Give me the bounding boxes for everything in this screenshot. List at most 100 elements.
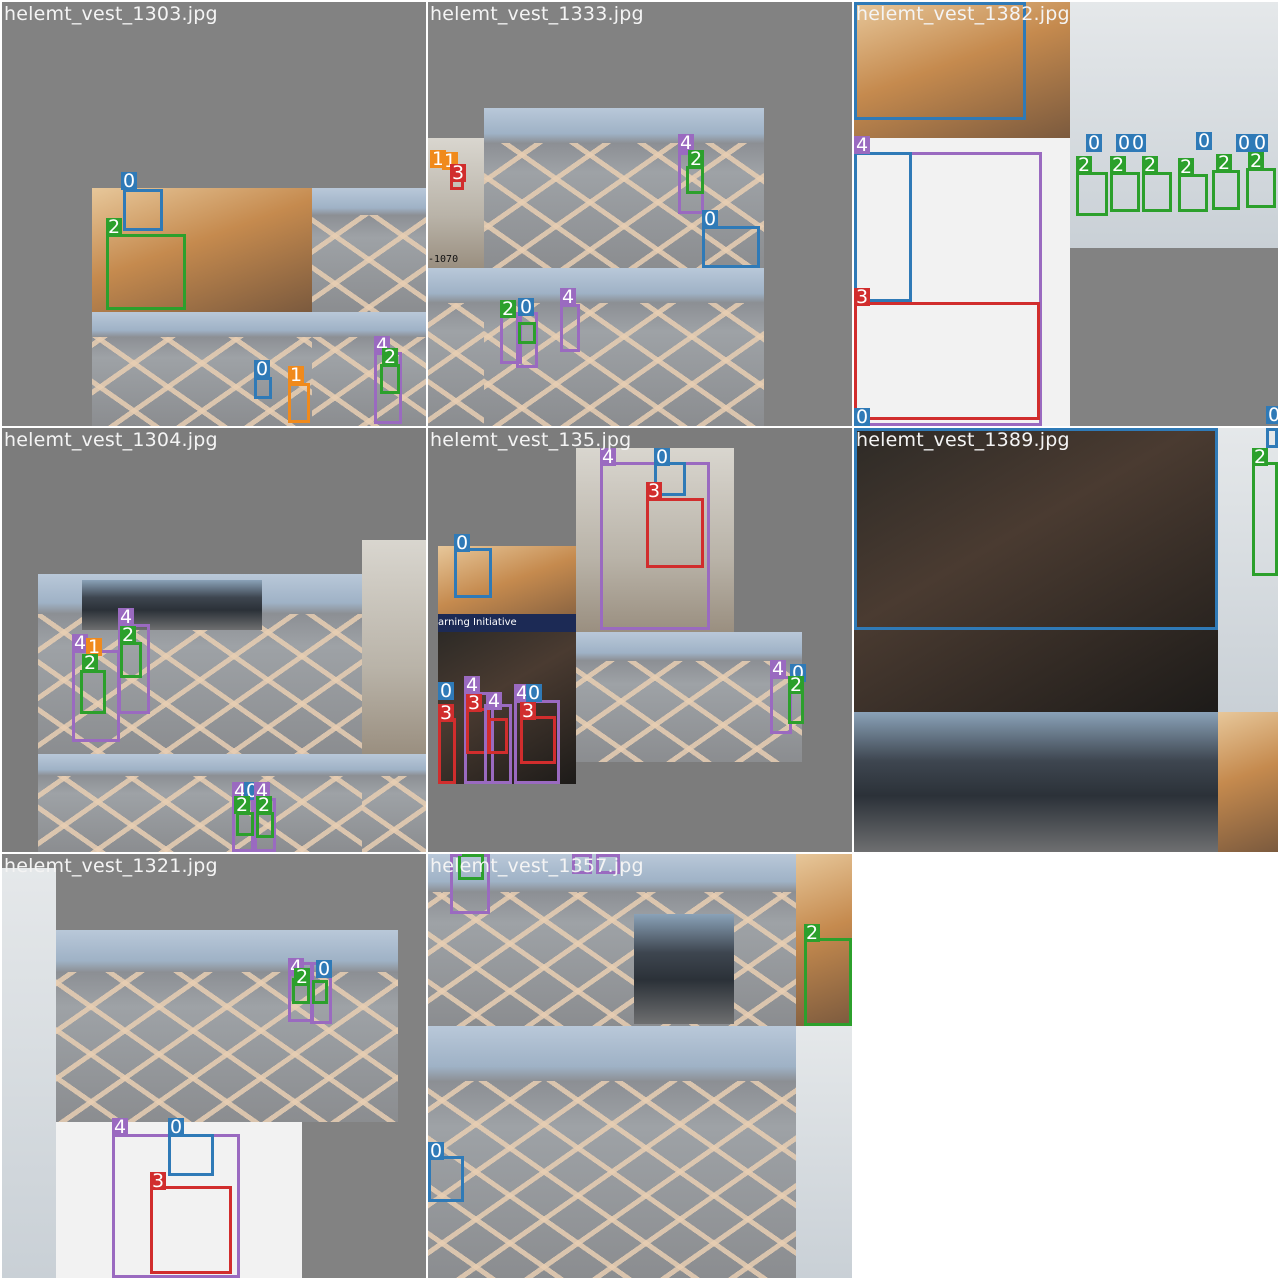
bbox-helmet — [854, 428, 1218, 630]
bbox-helmet — [168, 1134, 214, 1176]
class-label: 2 — [1216, 152, 1233, 174]
bbox-helmet — [854, 152, 912, 302]
photo-warehouse-shelf — [2, 868, 56, 1278]
tile-filename: helemt_vest_135.jpg — [430, 429, 632, 451]
class-label: 4 — [112, 1116, 129, 1138]
bbox-shirt — [854, 302, 1040, 420]
tile-filename: helemt_vest_1303.jpg — [4, 3, 218, 25]
class-label: 4 — [770, 658, 787, 680]
bbox-vest — [1252, 462, 1278, 576]
class-label: 0 — [454, 532, 471, 554]
photo-yard — [56, 930, 398, 1122]
bbox-vest — [1246, 168, 1276, 208]
class-label: 2 — [106, 216, 123, 238]
tile-filename: helemt_vest_1321.jpg — [4, 855, 218, 877]
class-label: 0 — [1196, 130, 1213, 152]
bbox-vest — [1178, 174, 1208, 212]
bbox-helmet — [454, 548, 492, 598]
photo-cart — [634, 914, 734, 1024]
class-label: 3 — [466, 692, 483, 714]
class-label: 0 — [168, 1116, 185, 1138]
mosaic-tile-2: helemt_vest_1333.jpg -1070 1 1 3 4 2 0 2… — [428, 2, 852, 426]
bbox-vest — [1212, 170, 1240, 210]
photo-yard — [92, 312, 312, 426]
bbox-helmet — [702, 226, 760, 268]
bbox-helmet — [254, 377, 272, 399]
class-label: 2 — [120, 624, 137, 646]
tile-filename: helemt_vest_1333.jpg — [430, 3, 644, 25]
class-label: 0 — [854, 406, 871, 426]
bbox-vest — [106, 234, 186, 310]
class-label: 2 — [1252, 446, 1269, 468]
class-label: 0 — [428, 1140, 445, 1162]
bbox-person — [560, 304, 580, 352]
class-label: 0 — [1130, 132, 1147, 154]
bbox-vest — [1110, 172, 1140, 212]
class-label: 3 — [450, 162, 467, 184]
bbox-vest — [312, 980, 328, 1004]
tile-filename: helemt_vest_1357.jpg — [430, 855, 644, 877]
bbox-vest — [804, 938, 852, 1026]
class-label: 0 — [121, 170, 138, 192]
tile-filename: helemt_vest_1382.jpg — [856, 3, 1070, 25]
class-label: 2 — [688, 148, 705, 170]
class-label: 2 — [1178, 156, 1195, 178]
bbox-vest — [380, 364, 400, 394]
class-label: 0 — [1086, 132, 1103, 154]
class-label: 2 — [294, 966, 311, 988]
class-label: 4 — [854, 134, 871, 156]
photo-scaffold — [362, 540, 426, 754]
class-label: 4 — [560, 286, 577, 308]
photo-yard — [428, 1026, 796, 1278]
bbox-helmet — [1266, 428, 1278, 448]
bbox-shirt — [488, 718, 508, 754]
photo-yard — [428, 268, 484, 426]
class-label: 0 — [518, 296, 535, 318]
photo-foliage — [1218, 712, 1278, 852]
class-label: 2 — [500, 298, 517, 320]
class-label: 0 — [1266, 406, 1278, 425]
photo-wall — [796, 1026, 852, 1278]
class-label: 2 — [1248, 150, 1265, 172]
photo-yard — [362, 754, 426, 852]
class-label: 3 — [854, 286, 871, 308]
bbox-vest — [80, 670, 106, 714]
class-label: 0 — [702, 208, 719, 230]
bbox-shirt — [438, 718, 456, 784]
photo-yard — [312, 312, 426, 426]
class-label: 2 — [1110, 154, 1127, 176]
bbox-vest — [518, 322, 536, 344]
mosaic-tile-5: helemt_vest_135.jpg arning Initiative 4 … — [428, 428, 852, 852]
tile-filename: helemt_vest_1304.jpg — [4, 429, 218, 451]
photo-truck-side — [82, 580, 262, 630]
mosaic-tile-8: helemt_vest_1357.jpg 4 2 4 4 2 0 — [428, 854, 852, 1278]
class-label: 2 — [256, 794, 273, 816]
tile-filename: helemt_vest_1389.jpg — [856, 429, 1070, 451]
bbox-shirt — [150, 1186, 232, 1274]
class-label: 0 — [254, 358, 271, 380]
class-label: 1 — [288, 364, 305, 386]
class-label: 2 — [234, 794, 251, 816]
class-label: 0 — [438, 680, 455, 702]
bbox-shirt — [520, 716, 556, 764]
mosaic-tile-3: helemt_vest_1382.jpg 4 3 0 2 0 2 0 0 2 2… — [854, 2, 1278, 426]
class-label: 2 — [804, 922, 821, 944]
class-label: 3 — [438, 702, 455, 724]
mosaic-tile-6: helemt_vest_1389.jpg 2 0 — [854, 428, 1278, 852]
photo-banner-text: arning Initiative — [438, 614, 576, 632]
class-label: 3 — [520, 700, 537, 722]
class-label: 2 — [788, 674, 805, 696]
bbox-helmet — [428, 1156, 464, 1202]
bbox-vest — [1076, 172, 1108, 216]
bbox-helmet — [123, 189, 163, 231]
photo-yard — [38, 754, 362, 852]
class-label: 2 — [82, 652, 99, 674]
bbox-vest — [120, 642, 142, 678]
bbox-shirt — [646, 498, 704, 568]
class-label: 3 — [150, 1170, 167, 1192]
class-label: 2 — [1142, 154, 1159, 176]
photo-code-text: -1070 — [428, 254, 459, 265]
class-label: 2 — [382, 346, 399, 368]
mosaic-tile-1: helemt_vest_1303.jpg 0 2 0 1 4 2 — [2, 2, 426, 426]
class-label: 3 — [646, 480, 663, 502]
